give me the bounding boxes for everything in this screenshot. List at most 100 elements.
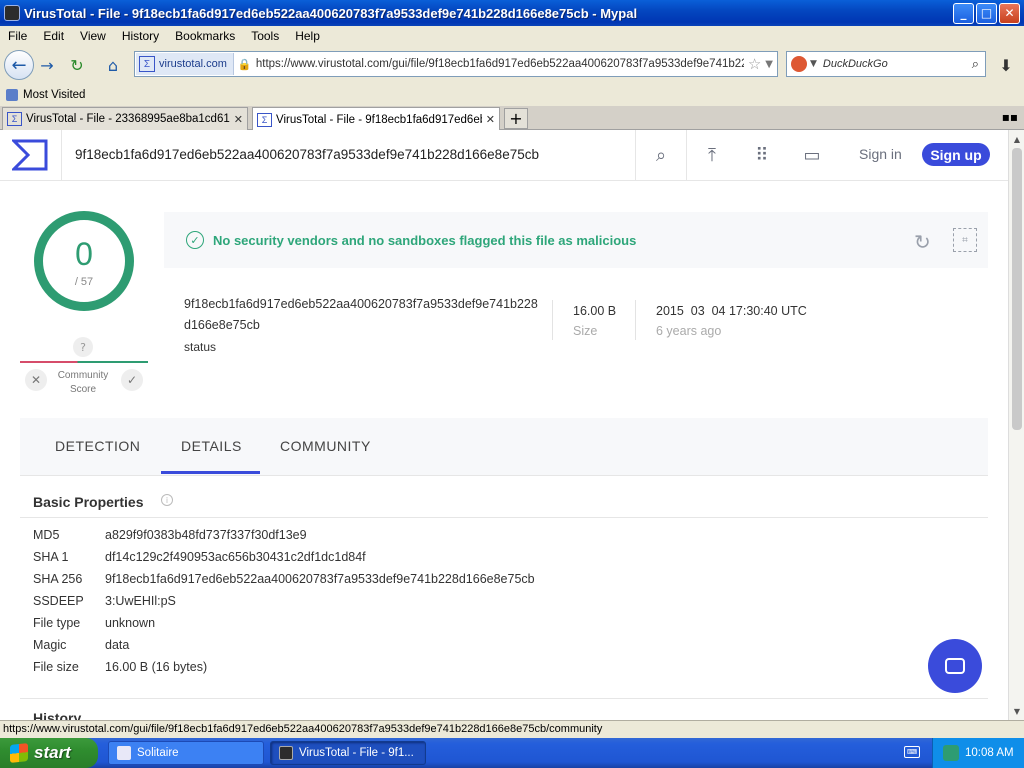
search-icon[interactable]: ⌕ [650, 144, 672, 166]
page-scrollbar[interactable]: ▲ ▼ [1008, 130, 1024, 720]
upload-icon[interactable]: ⤒ [701, 144, 723, 166]
windows-logo-icon [10, 743, 28, 763]
search-bar[interactable]: ▼ DuckDuckGo ⌕ [786, 51, 986, 77]
menu-tools[interactable]: Tools [243, 29, 287, 43]
menu-history[interactable]: History [114, 29, 167, 43]
tab-detection[interactable]: DETECTION [55, 438, 140, 454]
file-tag[interactable]: status [184, 340, 216, 354]
tab-virustotal-9f18ecb1[interactable]: Σ VirusTotal - File - 9f18ecb1fa6d917ed6… [252, 107, 500, 131]
bookmarks-toolbar: Most Visited [0, 84, 1024, 106]
meta-divider [635, 300, 636, 340]
property-row: File size 16.00 B (16 bytes) [33, 660, 207, 680]
windows-taskbar: start Solitaire VirusTotal - File - 9f1.… [0, 738, 1024, 768]
bookmark-star-icon[interactable]: ☆ [748, 55, 761, 73]
community-score-bar [20, 361, 148, 363]
tab-community[interactable]: COMMUNITY [280, 438, 371, 454]
vt-header: 9f18ecb1fa6d917ed6eb522aa400620783f7a953… [0, 130, 1008, 181]
menu-file[interactable]: File [0, 29, 35, 43]
taskbar-item-solitaire[interactable]: Solitaire [108, 741, 264, 765]
header-divider [61, 130, 62, 181]
tab-strip: Σ VirusTotal - File - 23368995ae8ba1cd61… [0, 106, 1024, 131]
community-unknown-icon: ? [73, 337, 93, 357]
tab-close-icon[interactable]: ✕ [234, 113, 243, 126]
scroll-down-icon[interactable]: ▼ [1010, 704, 1024, 718]
reanalyze-icon[interactable]: ↻ [914, 230, 931, 254]
taskbar-item-label: Solitaire [137, 747, 179, 759]
site-identity-badge[interactable]: Σ virustotal.com [136, 53, 234, 75]
sign-in-link[interactable]: Sign in [859, 146, 902, 162]
clock: 10:08 AM [965, 747, 1014, 759]
header-divider [635, 130, 636, 181]
scroll-up-icon[interactable]: ▲ [1010, 132, 1024, 146]
search-input[interactable]: DuckDuckGo [823, 58, 972, 70]
scrollbar-thumb[interactable] [1012, 148, 1022, 430]
property-key: MD5 [33, 528, 60, 542]
property-key: SHA 1 [33, 550, 69, 564]
property-key: File size [33, 660, 79, 674]
property-value: 9f18ecb1fa6d917ed6eb522aa400620783f7a953… [105, 572, 535, 586]
tab-list-icon[interactable]: ▪▪ [1002, 110, 1018, 124]
menu-bookmarks[interactable]: Bookmarks [167, 29, 243, 43]
property-row: Magic data [33, 638, 129, 658]
basic-properties-section: Basic Properties i MD5 a829f9f0383b48fd7… [20, 480, 988, 720]
tab-virustotal-23368995[interactable]: Σ VirusTotal - File - 23368995ae8ba1cd61… [2, 107, 248, 130]
property-row: MD5 a829f9f0383b48fd737f337f30df13e9 [33, 528, 307, 548]
reload-button[interactable]: ↻ [64, 52, 90, 78]
minimize-button[interactable]: _ [953, 2, 974, 24]
detection-count: 0 [75, 236, 93, 272]
chat-support-button[interactable] [928, 639, 982, 693]
file-size-label: Size [573, 324, 598, 338]
taskbar-item-virustotal[interactable]: VirusTotal - File - 9f1... [270, 741, 426, 765]
search-icon[interactable]: ⌕ [972, 57, 979, 72]
forward-button[interactable]: → [34, 52, 60, 78]
page-content: 9f18ecb1fa6d917ed6eb522aa400620783f7a953… [0, 130, 1008, 720]
address-bar[interactable]: Σ virustotal.com 🔒 https://www.virustota… [134, 51, 778, 77]
duckduckgo-icon [791, 56, 807, 72]
property-value: data [105, 638, 130, 652]
new-tab-button[interactable]: + [504, 108, 528, 129]
url-text[interactable]: https://www.virustotal.com/gui/file/9f18… [256, 58, 744, 70]
start-button[interactable]: start [0, 738, 98, 768]
download-button[interactable]: ⬇ [994, 54, 1018, 76]
search-engine-dropdown-icon[interactable]: ▼ [810, 59, 817, 69]
menu-help[interactable]: Help [287, 29, 328, 43]
active-tab-indicator [161, 471, 260, 474]
property-row: File type unknown [33, 616, 155, 636]
property-row: SHA 1 df14c129c2f490953ac656b30431c2df1d… [33, 550, 366, 570]
solitaire-icon [117, 746, 131, 760]
close-window-button[interactable]: ✕ [999, 2, 1020, 24]
tray-app-icon[interactable] [943, 745, 959, 761]
chat-icon[interactable]: ▭ [801, 144, 823, 166]
menu-view[interactable]: View [72, 29, 114, 43]
tab-close-icon[interactable]: ✕ [486, 113, 495, 126]
back-button[interactable]: ← [4, 50, 34, 80]
virustotal-logo-icon[interactable] [12, 139, 48, 171]
keyboard-layout-icon[interactable]: ⌨ [904, 746, 920, 758]
property-value: 3:UwEHIl:pS [105, 594, 176, 608]
property-value: unknown [105, 616, 156, 630]
property-key: File type [33, 616, 81, 630]
taskbar-item-label: VirusTotal - File - 9f1... [299, 747, 414, 759]
home-button[interactable]: ⌂ [100, 52, 126, 78]
bookmark-most-visited[interactable]: Most Visited [23, 89, 85, 101]
community-score-label: Community Score [57, 370, 109, 395]
menu-edit[interactable]: Edit [35, 29, 72, 43]
vote-malicious-button[interactable]: ✕ [25, 369, 47, 391]
sign-up-button[interactable]: Sign up [922, 143, 990, 166]
property-value: 16.00 B (16 bytes) [105, 660, 208, 674]
vt-search-input[interactable]: 9f18ecb1fa6d917ed6eb522aa400620783f7a953… [75, 147, 539, 162]
info-icon[interactable]: i [161, 494, 173, 506]
header-divider [686, 130, 687, 181]
similar-files-icon[interactable]: ⌗ [953, 228, 977, 252]
maximize-button[interactable]: □ [976, 2, 997, 24]
analysis-date-relative: 6 years ago [656, 324, 722, 338]
url-dropdown-icon[interactable]: ▼ [765, 59, 773, 70]
section-divider [20, 517, 988, 518]
system-tray: 10:08 AM [932, 738, 1024, 768]
property-key: SHA 256 [33, 572, 83, 586]
analysis-date-value: 2015 03 04 17:30:40 UTC [656, 304, 807, 318]
apps-grid-icon[interactable]: ⠿ [751, 144, 773, 166]
tab-details[interactable]: DETAILS [181, 438, 242, 454]
vote-harmless-button[interactable]: ✓ [121, 369, 143, 391]
meta-divider [552, 300, 553, 340]
